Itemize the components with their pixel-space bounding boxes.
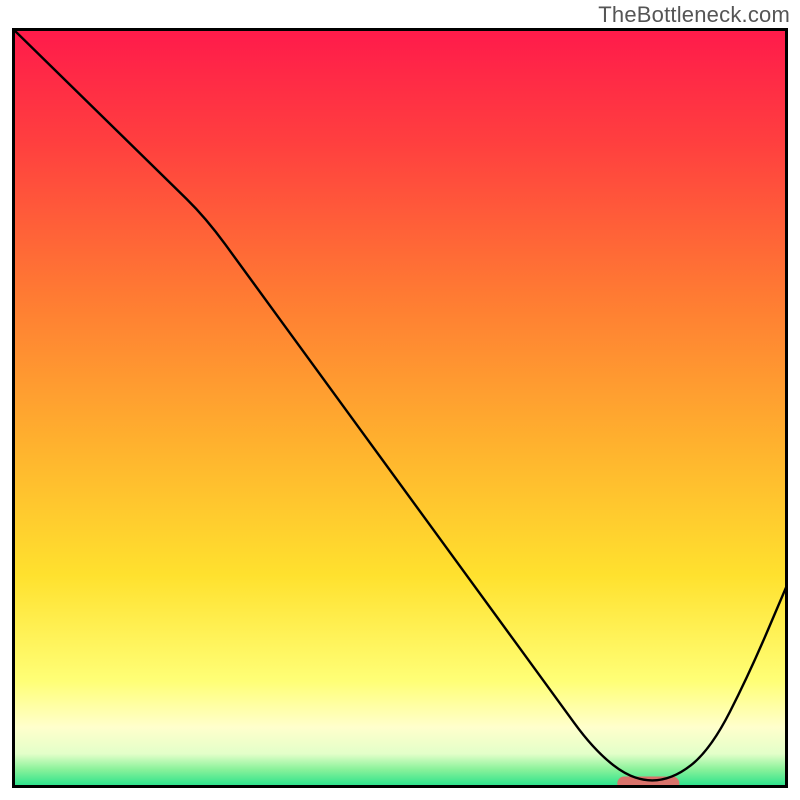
plot-area (12, 28, 788, 788)
chart-container: TheBottleneck.com (0, 0, 800, 800)
watermark-text: TheBottleneck.com (598, 2, 790, 28)
chart-svg (12, 28, 788, 788)
